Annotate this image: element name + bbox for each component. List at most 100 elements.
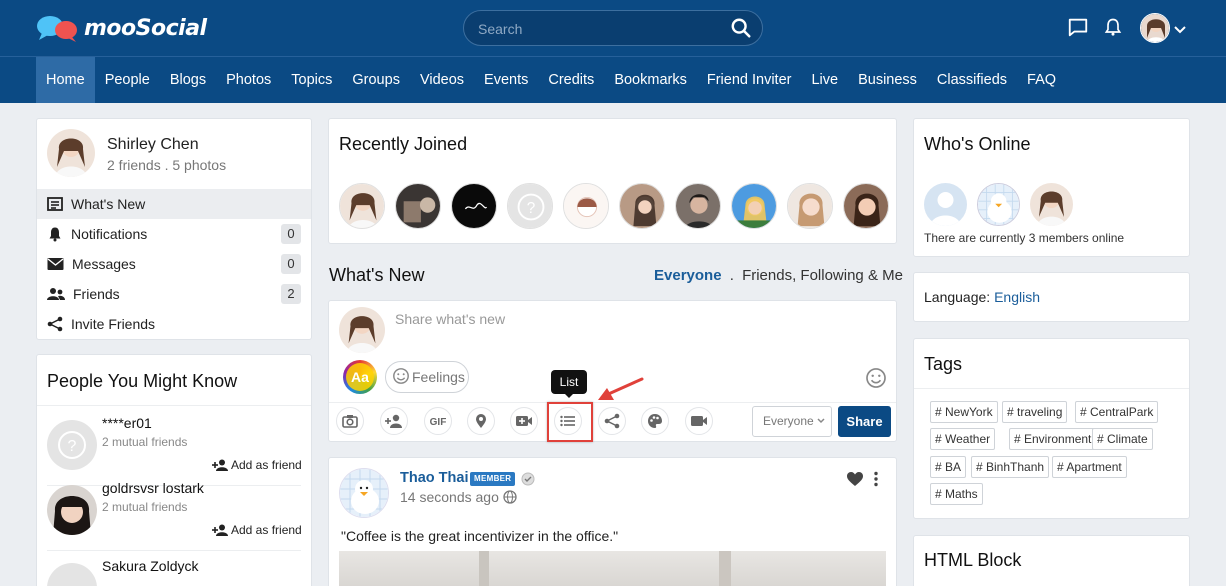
left-menu-what-s-new[interactable]: What's New (37, 189, 311, 219)
post-image[interactable] (339, 551, 886, 586)
feelings-button[interactable]: Feelings (385, 361, 469, 393)
chevron-down-icon[interactable] (1174, 22, 1186, 38)
add-as-friend-button[interactable]: Add as friend (212, 523, 302, 537)
post-time[interactable]: 14 seconds ago (400, 489, 499, 505)
nav-item-home[interactable]: Home (36, 57, 95, 103)
left-menu-invite-friends[interactable]: Invite Friends (37, 309, 311, 339)
add-as-friend-button[interactable]: Add as friend (212, 458, 302, 472)
tag-climate[interactable]: # Climate (1092, 428, 1153, 450)
recent-member-avatar[interactable] (395, 183, 441, 229)
recent-member-avatar[interactable] (339, 183, 385, 229)
recent-member-avatar[interactable] (675, 183, 721, 229)
left-menu-messages[interactable]: Messages 0 (37, 249, 311, 279)
recent-member-avatar[interactable] (731, 183, 777, 229)
profile-avatar[interactable] (47, 129, 95, 177)
recent-member-avatar[interactable] (619, 183, 665, 229)
location-tool-button[interactable] (467, 407, 495, 435)
nav-item-blogs[interactable]: Blogs (160, 57, 216, 103)
privacy-value: Everyone (763, 414, 814, 428)
suggested-person-name[interactable]: Sakura Zoldyck (102, 558, 198, 574)
svg-text:?: ? (68, 438, 77, 455)
recent-member-avatar[interactable] (787, 183, 833, 229)
nav-item-topics[interactable]: Topics (281, 57, 342, 103)
left-menu-friends[interactable]: Friends 2 (37, 279, 311, 309)
share-tool-button[interactable] (598, 407, 626, 435)
suggested-person-avatar[interactable] (47, 485, 97, 535)
tag-traveling[interactable]: # traveling (1002, 401, 1068, 423)
chat-icon[interactable] (1067, 16, 1089, 41)
more-options-icon[interactable] (873, 471, 879, 490)
menu-label: Notifications (71, 226, 148, 242)
tag-ba[interactable]: # BA (930, 456, 967, 478)
recently-joined-title: Recently Joined (339, 134, 468, 154)
whats-new-title: What's New (329, 265, 425, 285)
video-add-icon (515, 414, 533, 428)
tag-apartment[interactable]: # Apartment (1052, 456, 1127, 478)
post-author-avatar[interactable] (339, 468, 389, 518)
text-style-button[interactable]: Aa (343, 360, 377, 394)
filter-everyone[interactable]: Everyone (654, 267, 722, 284)
suggested-person-avatar[interactable]: ? (47, 420, 97, 470)
tag-weather[interactable]: # Weather (930, 428, 996, 450)
video-camera-tool-button[interactable] (685, 407, 713, 435)
suggested-person-name[interactable]: goldrsvsr lostark (102, 480, 204, 496)
tag-user-tool-button[interactable] (380, 407, 408, 435)
nav-item-friend-inviter[interactable]: Friend Inviter (697, 57, 802, 103)
html-block-card: HTML Block (913, 535, 1190, 586)
palette-icon (647, 413, 663, 429)
share-icon (47, 316, 63, 332)
tag-newyork[interactable]: # NewYork (930, 401, 998, 423)
palette-tool-button[interactable] (641, 407, 669, 435)
tag-environment[interactable]: # Environment (1009, 428, 1097, 450)
nav-item-live[interactable]: Live (801, 57, 848, 103)
language-link[interactable]: English (994, 289, 1040, 305)
chevron-down-icon (817, 407, 825, 447)
composer-input[interactable]: Share what's new (395, 311, 505, 327)
nav-item-photos[interactable]: Photos (216, 57, 281, 103)
left-menu-notifications[interactable]: Notifications 0 (37, 219, 311, 249)
heart-icon[interactable] (846, 471, 864, 490)
online-member-avatar[interactable] (977, 183, 1020, 226)
post-author-name[interactable]: Thao Thai (400, 470, 468, 486)
menu-count-badge: 2 (281, 284, 301, 304)
nav-item-groups[interactable]: Groups (342, 57, 410, 103)
recent-member-avatar[interactable]: ? (507, 183, 553, 229)
nav-item-business[interactable]: Business (848, 57, 927, 103)
search-input[interactable] (478, 19, 718, 39)
nav-item-videos[interactable]: Videos (410, 57, 474, 103)
nav-item-bookmarks[interactable]: Bookmarks (604, 57, 697, 103)
share-button[interactable]: Share (838, 406, 891, 437)
divider (47, 550, 301, 551)
member-badge: MEMBER (470, 472, 516, 486)
suggested-person-name[interactable]: ****er01 (102, 415, 152, 431)
add-friend-icon (212, 524, 228, 536)
nav-item-classifieds[interactable]: Classifieds (927, 57, 1017, 103)
recent-member-avatar[interactable] (451, 183, 497, 229)
online-member-avatar[interactable] (924, 183, 967, 226)
nav-item-people[interactable]: People (95, 57, 160, 103)
add-as-friend-label: Add as friend (231, 523, 302, 537)
nav-item-credits[interactable]: Credits (538, 57, 604, 103)
video-add-tool-button[interactable] (510, 407, 538, 435)
recent-member-avatar[interactable] (843, 183, 889, 229)
recent-member-avatar[interactable] (563, 183, 609, 229)
tag-maths[interactable]: # Maths (930, 483, 983, 505)
gif-tool-button[interactable]: GIF (424, 407, 452, 435)
tag-binhthanh[interactable]: # BinhThanh (971, 456, 1050, 478)
suggested-person-avatar[interactable] (47, 563, 97, 586)
camera-tool-button[interactable] (336, 407, 364, 435)
emoji-icon[interactable] (865, 367, 887, 392)
tag-centralpark[interactable]: # CentralPark (1075, 401, 1159, 423)
profile-name[interactable]: Shirley Chen (107, 136, 199, 154)
user-avatar[interactable] (1140, 13, 1170, 43)
menu-label: What's New (71, 196, 146, 212)
privacy-select[interactable]: Everyone (752, 406, 832, 437)
search-icon[interactable] (730, 17, 752, 42)
filter-friends-following[interactable]: Friends, Following & Me (742, 267, 903, 284)
nav-item-faq[interactable]: FAQ (1017, 57, 1066, 103)
bell-icon[interactable] (1103, 16, 1123, 41)
online-member-avatar[interactable] (1030, 183, 1073, 226)
red-arrow-icon (594, 376, 646, 407)
site-logo[interactable]: mooSocial (36, 14, 207, 42)
nav-item-events[interactable]: Events (474, 57, 538, 103)
